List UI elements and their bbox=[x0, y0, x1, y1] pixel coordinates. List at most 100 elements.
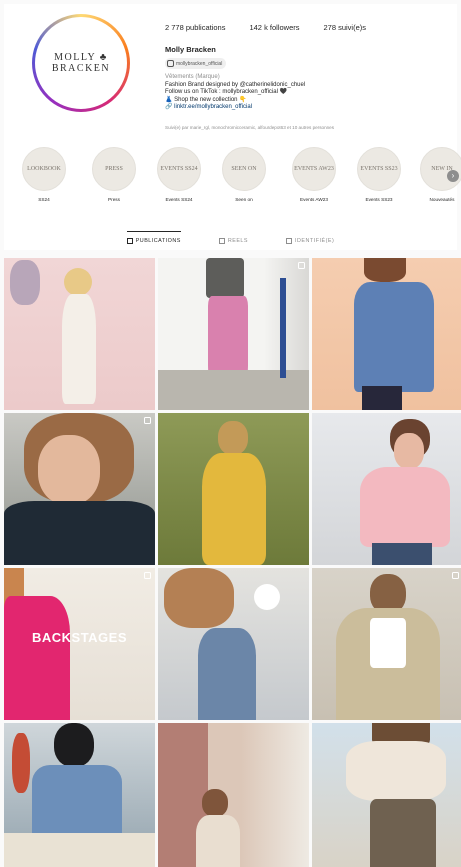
photo-region bbox=[64, 268, 92, 296]
highlight-cover: EVENTS SS23 bbox=[357, 147, 401, 191]
photo-region bbox=[362, 386, 402, 410]
highlight-cover: EVENTS AW23 bbox=[292, 147, 336, 191]
threads-handle: mollybracken_official bbox=[176, 60, 223, 67]
post-thumbnail[interactable] bbox=[158, 723, 309, 867]
photo-region bbox=[10, 260, 40, 305]
reels-icon bbox=[218, 238, 225, 244]
photo-region bbox=[206, 258, 244, 298]
post-thumbnail[interactable] bbox=[158, 413, 309, 565]
instagram-profile-page: MOLLY ♣ BRACKEN 2 778 publications 142 k… bbox=[0, 0, 461, 867]
tab-label: REELS bbox=[227, 238, 249, 244]
profile-name: Molly Bracken bbox=[165, 45, 216, 54]
profile-tabs: PUBLICATIONS REELS IDENTIFIÉ(E) bbox=[4, 231, 457, 250]
posts-count: 2 778 publications bbox=[165, 23, 226, 32]
photo-region bbox=[372, 543, 432, 565]
photo-region bbox=[346, 741, 446, 801]
tab-publications[interactable]: PUBLICATIONS bbox=[126, 231, 181, 250]
highlight-cover-text: LOOKBOOK bbox=[27, 165, 61, 172]
photo-region bbox=[218, 421, 248, 455]
photo-region bbox=[12, 733, 30, 793]
photo-region bbox=[364, 258, 406, 282]
highlight-label: Events SS24 bbox=[165, 197, 193, 202]
highlight-cover: EVENTS SS24 bbox=[157, 147, 201, 191]
post-thumbnail[interactable] bbox=[312, 723, 461, 867]
photo-region bbox=[360, 467, 450, 547]
highlight-cover-text: EVENTS AW23 bbox=[294, 165, 334, 172]
following-count[interactable]: 278 suivi(e)s bbox=[324, 23, 367, 32]
highlight-cover: PRESS bbox=[92, 147, 136, 191]
highlight-cover-text: PRESS bbox=[105, 165, 123, 172]
photo-region bbox=[202, 453, 266, 565]
chevron-right-icon[interactable]: › bbox=[447, 170, 459, 182]
highlight-label: Events SS23 bbox=[365, 197, 393, 202]
carousel-icon bbox=[144, 417, 151, 424]
photo-region bbox=[198, 628, 256, 720]
highlight-cover-text: EVENTS SS23 bbox=[360, 165, 398, 172]
photo-region bbox=[370, 799, 436, 867]
post-overlay-text: BACKSTAGES bbox=[31, 630, 128, 645]
story-highlight[interactable]: SEEN ON Seen on bbox=[220, 147, 268, 202]
highlight-cover: NEW IN bbox=[420, 147, 461, 191]
photo-region bbox=[254, 584, 280, 610]
photo-region bbox=[370, 618, 406, 668]
tab-label: IDENTIFIÉ(E) bbox=[295, 238, 335, 244]
photo-region bbox=[54, 723, 94, 767]
followed-by-text[interactable]: Suivi(e) par marie_rgl, monochromicceram… bbox=[165, 125, 334, 130]
tab-reels[interactable]: REELS bbox=[218, 231, 249, 250]
photo-region bbox=[196, 815, 240, 867]
logo-line-2: BRACKEN bbox=[51, 63, 111, 74]
profile-header: MOLLY ♣ BRACKEN 2 778 publications 142 k… bbox=[4, 4, 457, 250]
photo-region bbox=[164, 568, 234, 628]
photo-region bbox=[4, 596, 70, 720]
highlight-cover-text: EVENTS SS24 bbox=[160, 165, 198, 172]
photo-region bbox=[354, 282, 434, 392]
post-thumbnail[interactable] bbox=[4, 258, 155, 410]
post-thumbnail[interactable] bbox=[4, 413, 155, 565]
photo-region bbox=[4, 833, 155, 867]
tab-tagged[interactable]: IDENTIFIÉ(E) bbox=[286, 231, 334, 250]
photo-region bbox=[62, 294, 96, 404]
highlight-cover: LOOKBOOK bbox=[22, 147, 66, 191]
photo-region bbox=[202, 789, 228, 817]
story-highlight[interactable]: EVENTS SS24 Events SS24 bbox=[155, 147, 203, 202]
threads-handle-badge[interactable]: mollybracken_official bbox=[165, 58, 227, 69]
followers-count[interactable]: 142 k followers bbox=[249, 23, 299, 32]
brand-logo: MOLLY ♣ BRACKEN bbox=[35, 17, 127, 109]
photo-region bbox=[38, 435, 100, 505]
post-thumbnail[interactable] bbox=[158, 258, 309, 410]
highlight-cover-text: SEEN ON bbox=[231, 165, 257, 172]
photo-region bbox=[394, 433, 424, 469]
tagged-icon bbox=[286, 238, 293, 244]
highlight-label: Nouveautés bbox=[429, 197, 455, 202]
highlight-label: Seen on bbox=[235, 197, 253, 202]
tab-label: PUBLICATIONS bbox=[135, 238, 181, 244]
post-thumbnail[interactable] bbox=[312, 568, 461, 720]
story-highlight[interactable]: EVENTS SS23 Events SS23 bbox=[355, 147, 403, 202]
bio-line: Follow us on TikTok : mollybracken_offic… bbox=[165, 89, 288, 96]
profile-stats: 2 778 publications 142 k followers 278 s… bbox=[165, 23, 390, 32]
profile-bio: Vêtements (Marque) Fashion Brand designe… bbox=[165, 74, 445, 112]
posts-grid: BACKSTAGES bbox=[4, 258, 461, 867]
highlight-cover: SEEN ON bbox=[222, 147, 266, 191]
profile-avatar[interactable]: MOLLY ♣ BRACKEN bbox=[32, 14, 130, 112]
post-thumbnail[interactable]: BACKSTAGES bbox=[4, 568, 155, 720]
photo-region bbox=[4, 501, 155, 565]
story-highlights: LOOKBOOK SS24 PRESS Press EVENTS SS24 Events … bbox=[20, 147, 461, 207]
carousel-icon bbox=[452, 572, 459, 579]
highlight-label: Events AW23 bbox=[300, 197, 328, 202]
threads-icon bbox=[167, 60, 174, 67]
logo-line-1: MOLLY ♣ bbox=[54, 52, 108, 63]
grid-icon bbox=[126, 238, 133, 244]
post-thumbnail[interactable] bbox=[158, 568, 309, 720]
story-highlight[interactable]: LOOKBOOK SS24 bbox=[20, 147, 68, 202]
highlight-label: SS24 bbox=[38, 197, 50, 202]
bio-link[interactable]: 🔗 linktr.ee/mollybracken_official bbox=[165, 104, 445, 112]
photo-region bbox=[158, 370, 309, 410]
carousel-icon bbox=[298, 262, 305, 269]
post-thumbnail[interactable] bbox=[312, 413, 461, 565]
story-highlight[interactable]: EVENTS AW23 Events AW23 bbox=[290, 147, 338, 202]
post-thumbnail[interactable] bbox=[4, 723, 155, 867]
carousel-icon bbox=[144, 572, 151, 579]
post-thumbnail[interactable] bbox=[312, 258, 461, 410]
story-highlight[interactable]: PRESS Press bbox=[90, 147, 138, 202]
